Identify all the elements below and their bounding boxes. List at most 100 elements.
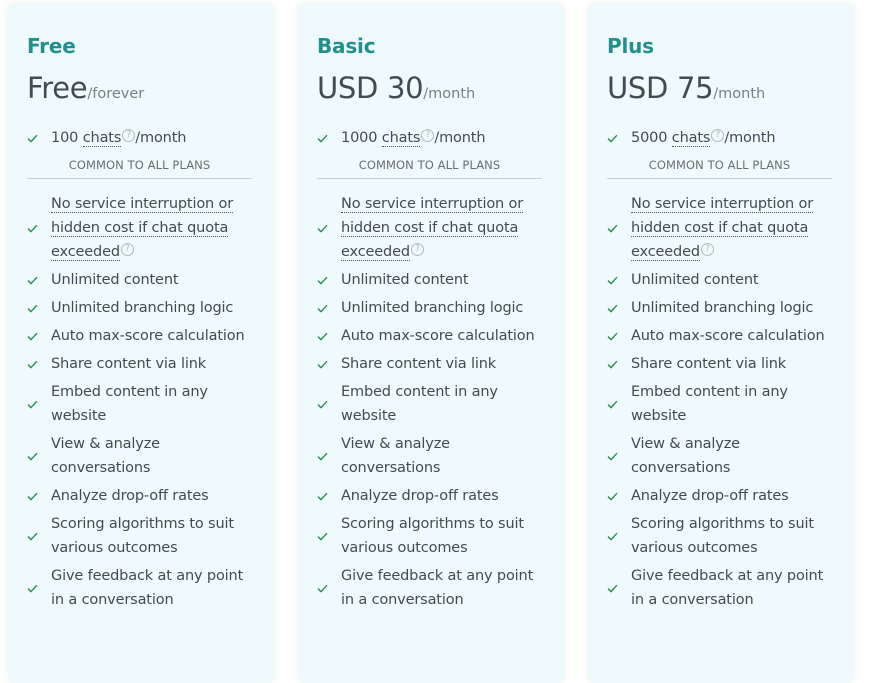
quota-text: 100 chats?/month xyxy=(51,126,252,150)
check-icon xyxy=(317,134,341,143)
feature-text: Give feedback at any point in a conversa… xyxy=(631,568,824,608)
price-row: USD 30/month xyxy=(317,71,542,111)
check-icon xyxy=(317,224,341,233)
check-icon xyxy=(317,360,341,369)
check-icon xyxy=(607,134,631,143)
check-icon xyxy=(27,224,51,233)
plan-period: /forever xyxy=(87,86,145,102)
quota-count: 100 xyxy=(51,130,79,146)
help-icon[interactable]: ? xyxy=(711,129,725,142)
feature-item: Share content via link xyxy=(27,350,252,378)
quota-item: 100 chats?/month xyxy=(27,124,252,152)
feature-text: Analyze drop-off rates xyxy=(341,488,499,504)
feature-text: Share content via link xyxy=(341,356,497,372)
plan-card-free: Free Free/forever 100 chats?/month COMMO… xyxy=(8,3,274,683)
feature-text: Unlimited content xyxy=(341,272,469,288)
chats-term[interactable]: chats xyxy=(381,130,420,147)
feature-item: View & analyze conversations xyxy=(27,430,252,482)
feature-item: Share content via link xyxy=(317,350,542,378)
quota-count: 5000 xyxy=(631,130,668,146)
feature-text: Share content via link xyxy=(631,356,787,372)
feature-text: Give feedback at any point in a conversa… xyxy=(341,568,534,608)
feature-list: No service interruption or hidden cost i… xyxy=(317,190,542,614)
check-icon xyxy=(317,304,341,313)
feature-item: No service interruption or hidden cost i… xyxy=(607,190,832,266)
feature-term[interactable]: No service interruption or hidden cost i… xyxy=(341,196,523,261)
feature-item: Embed content in any website xyxy=(607,378,832,430)
chats-term[interactable]: chats xyxy=(82,130,121,147)
feature-item: Analyze drop-off rates xyxy=(607,482,832,510)
feature-item: No service interruption or hidden cost i… xyxy=(27,190,252,266)
feature-text: Analyze drop-off rates xyxy=(51,488,209,504)
feature-text: Unlimited content xyxy=(631,272,759,288)
check-icon xyxy=(317,584,341,593)
check-icon xyxy=(317,452,341,461)
plan-price: USD 30 xyxy=(317,71,424,105)
help-icon[interactable]: ? xyxy=(120,243,134,256)
help-icon[interactable]: ? xyxy=(700,243,714,256)
feature-item: View & analyze conversations xyxy=(317,430,542,482)
help-icon[interactable]: ? xyxy=(421,129,435,142)
feature-item: Auto max-score calculation xyxy=(607,322,832,350)
check-icon xyxy=(317,492,341,501)
check-icon xyxy=(607,224,631,233)
feature-item: Analyze drop-off rates xyxy=(27,482,252,510)
chats-term[interactable]: chats xyxy=(671,130,710,147)
quota-list: 1000 chats?/month xyxy=(317,124,542,152)
feature-text: Unlimited content xyxy=(51,272,179,288)
check-icon xyxy=(27,360,51,369)
help-icon[interactable]: ? xyxy=(122,129,136,142)
feature-text: Unlimited branching logic xyxy=(631,300,814,316)
feature-text: Share content via link xyxy=(51,356,207,372)
check-icon xyxy=(607,492,631,501)
quota-suffix: /month xyxy=(135,130,187,146)
quota-list: 5000 chats?/month xyxy=(607,124,832,152)
check-icon xyxy=(27,134,51,143)
feature-text: Analyze drop-off rates xyxy=(631,488,789,504)
quota-list: 100 chats?/month xyxy=(27,124,252,152)
feature-item: Scoring algorithms to suit various outco… xyxy=(27,510,252,562)
feature-item: Unlimited branching logic xyxy=(317,294,542,322)
quota-item: 5000 chats?/month xyxy=(607,124,832,152)
check-icon xyxy=(607,532,631,541)
feature-item: Give feedback at any point in a conversa… xyxy=(317,562,542,614)
feature-text: Auto max-score calculation xyxy=(341,328,535,344)
feature-text: Scoring algorithms to suit various outco… xyxy=(341,516,524,556)
check-icon xyxy=(607,304,631,313)
feature-item: Unlimited content xyxy=(27,266,252,294)
feature-text: Embed content in any website xyxy=(631,384,788,424)
feature-text: Embed content in any website xyxy=(341,384,498,424)
feature-item: Scoring algorithms to suit various outco… xyxy=(607,510,832,562)
check-icon xyxy=(27,452,51,461)
plan-name: Free xyxy=(27,34,76,58)
common-to-all-plans-label: COMMON TO ALL PLANS xyxy=(317,158,542,179)
feature-text: Give feedback at any point in a conversa… xyxy=(51,568,244,608)
feature-term[interactable]: No service interruption or hidden cost i… xyxy=(631,196,813,261)
feature-text: Auto max-score calculation xyxy=(631,328,825,344)
common-to-all-plans-label: COMMON TO ALL PLANS xyxy=(27,158,252,179)
feature-item: Unlimited content xyxy=(607,266,832,294)
price-row: Free/forever xyxy=(27,71,252,111)
check-icon xyxy=(317,400,341,409)
plan-period: /month xyxy=(423,86,476,102)
feature-text: No service interruption or hidden cost i… xyxy=(341,192,542,264)
check-icon xyxy=(27,532,51,541)
help-icon[interactable]: ? xyxy=(410,243,424,256)
feature-item: Share content via link xyxy=(607,350,832,378)
feature-text: Scoring algorithms to suit various outco… xyxy=(631,516,814,556)
feature-item: Embed content in any website xyxy=(317,378,542,430)
quota-suffix: /month xyxy=(724,130,776,146)
feature-term[interactable]: No service interruption or hidden cost i… xyxy=(51,196,233,261)
check-icon xyxy=(317,276,341,285)
check-icon xyxy=(317,532,341,541)
check-icon xyxy=(27,304,51,313)
feature-text: View & analyze conversations xyxy=(51,436,160,476)
plan-card-plus: Plus USD 75/month 5000 chats?/month COMM… xyxy=(588,3,854,683)
plan-card-basic: Basic USD 30/month 1000 chats?/month COM… xyxy=(298,3,564,683)
plan-period: /month xyxy=(713,86,766,102)
feature-list: No service interruption or hidden cost i… xyxy=(27,190,252,614)
feature-text: Scoring algorithms to suit various outco… xyxy=(51,516,234,556)
common-to-all-plans-label: COMMON TO ALL PLANS xyxy=(607,158,832,179)
check-icon xyxy=(27,276,51,285)
plan-name: Basic xyxy=(317,34,376,58)
